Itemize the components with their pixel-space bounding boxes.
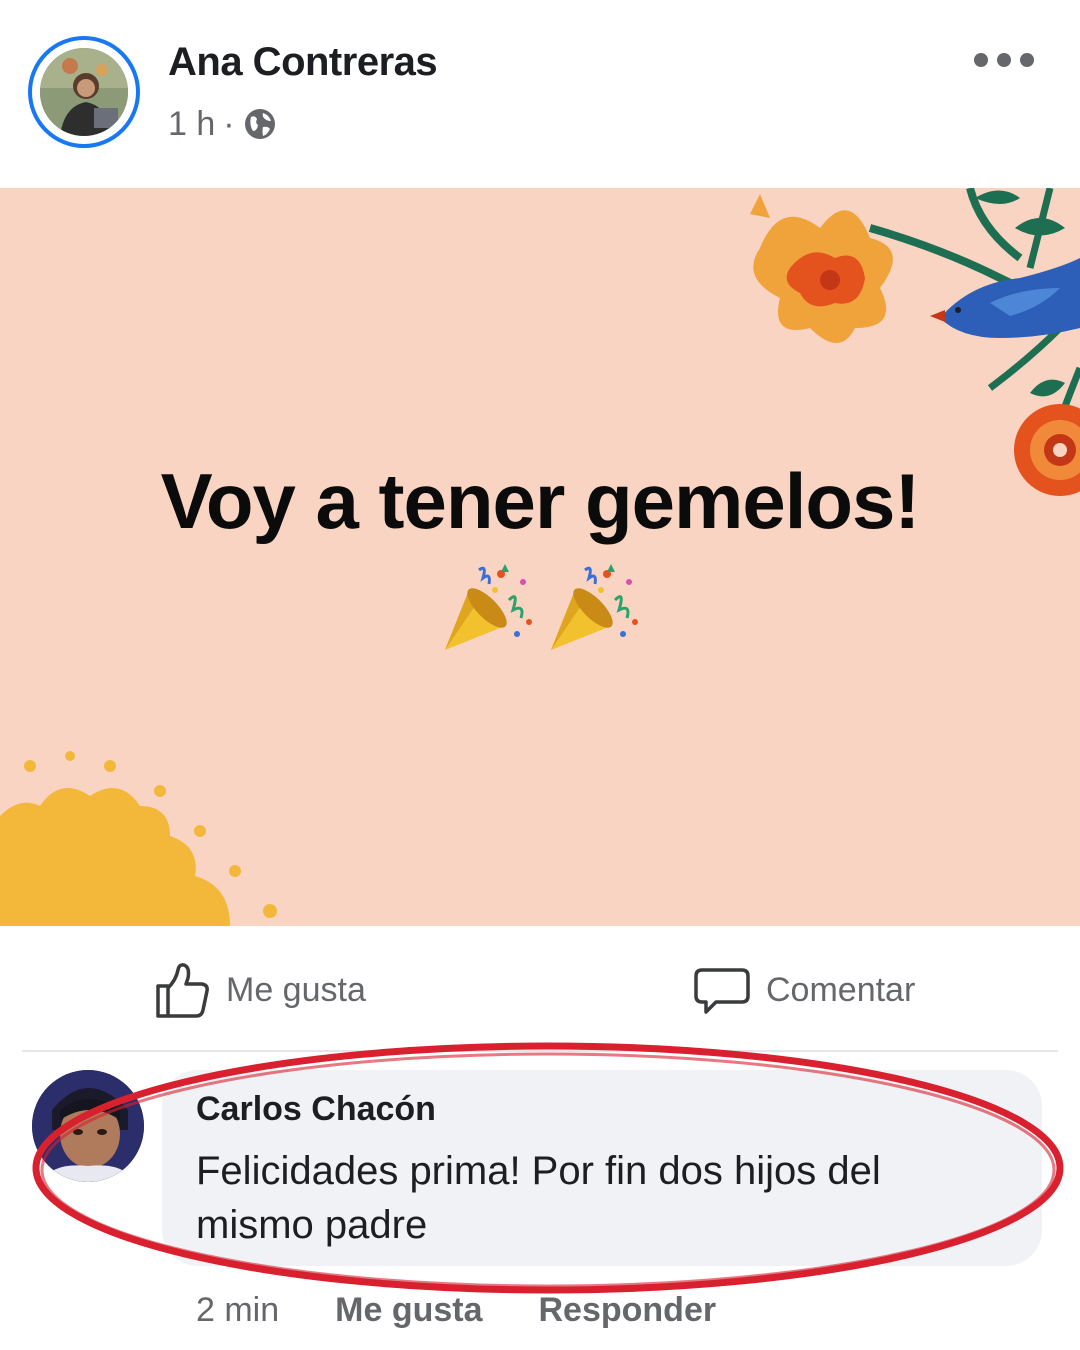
author-avatar-photo (40, 48, 128, 136)
sun-decoration-icon (0, 751, 277, 926)
author-name[interactable]: Ana Contreras (168, 40, 438, 85)
comment-text: Felicidades prima! Por fin dos hijos del… (196, 1149, 881, 1247)
party-popper-icon (444, 564, 532, 650)
comment-bubble-icon (694, 968, 750, 1014)
post-header: Ana Contreras 1 h · (0, 0, 1080, 180)
comment-like-button[interactable]: Me gusta (335, 1291, 482, 1330)
post-meta: 1 h · (168, 102, 277, 146)
comment-author-name[interactable]: Carlos Chacón (196, 1090, 436, 1129)
comment-actions: 2 min Me gusta Responder (196, 1288, 716, 1332)
comment-reply-button[interactable]: Responder (539, 1291, 717, 1330)
post-time[interactable]: 1 h (168, 105, 215, 144)
party-emoji-row (0, 560, 1080, 661)
comment-time[interactable]: 2 min (196, 1291, 279, 1330)
post-action-bar: Me gusta Comentar (0, 940, 1080, 1044)
comment-button-label: Comentar (766, 970, 916, 1009)
party-popper-icon (551, 564, 639, 650)
more-options-icon[interactable] (974, 42, 1034, 78)
post-card-text: Voy a tener gemelos! (160, 457, 921, 545)
like-button[interactable]: Me gusta (152, 960, 366, 1020)
thumbs-up-icon (156, 963, 209, 1018)
divider (22, 1050, 1058, 1052)
comment-button[interactable]: Comentar (692, 960, 915, 1020)
globe-icon[interactable] (243, 107, 277, 141)
like-button-label: Me gusta (226, 970, 366, 1009)
commenter-avatar[interactable] (32, 1070, 144, 1182)
meta-separator: · (223, 104, 235, 143)
post-card[interactable]: Voy a tener gemelos! (0, 188, 1080, 926)
author-avatar[interactable] (28, 36, 140, 148)
comment-bubble: Carlos Chacón Felicidades prima! Por fin… (162, 1070, 1042, 1266)
